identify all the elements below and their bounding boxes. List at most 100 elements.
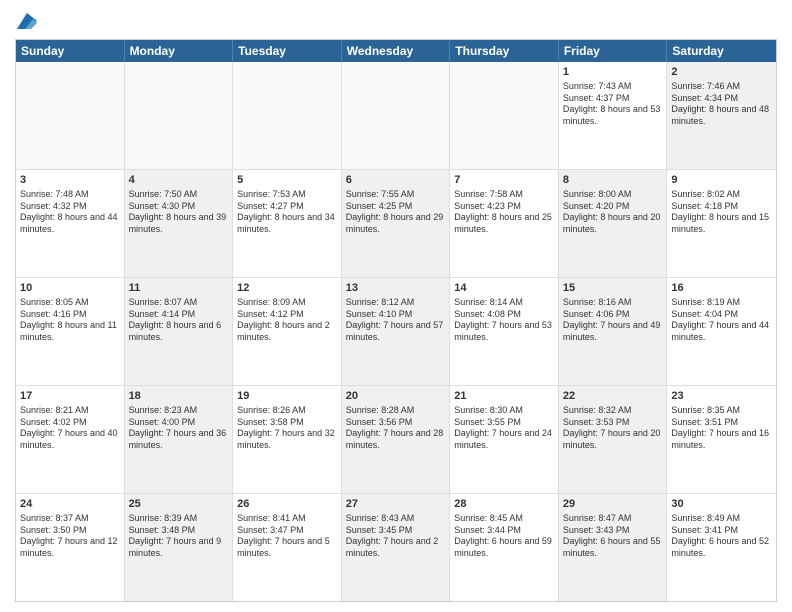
calendar-cell: 12Sunrise: 8:09 AM Sunset: 4:12 PM Dayli… <box>233 278 342 385</box>
day-info: Sunrise: 7:58 AM Sunset: 4:23 PM Dayligh… <box>454 189 554 236</box>
day-number: 18 <box>129 389 229 404</box>
day-info: Sunrise: 8:19 AM Sunset: 4:04 PM Dayligh… <box>671 297 772 344</box>
day-number: 4 <box>129 173 229 188</box>
calendar-cell: 1Sunrise: 7:43 AM Sunset: 4:37 PM Daylig… <box>559 62 668 169</box>
calendar-row: 10Sunrise: 8:05 AM Sunset: 4:16 PM Dayli… <box>16 278 776 386</box>
weekday-header: Monday <box>125 40 234 62</box>
calendar-cell: 21Sunrise: 8:30 AM Sunset: 3:55 PM Dayli… <box>450 386 559 493</box>
calendar-row: 1Sunrise: 7:43 AM Sunset: 4:37 PM Daylig… <box>16 62 776 170</box>
weekday-header: Wednesday <box>342 40 451 62</box>
day-info: Sunrise: 8:39 AM Sunset: 3:48 PM Dayligh… <box>129 513 229 560</box>
day-info: Sunrise: 8:37 AM Sunset: 3:50 PM Dayligh… <box>20 513 120 560</box>
day-info: Sunrise: 8:28 AM Sunset: 3:56 PM Dayligh… <box>346 405 446 452</box>
day-info: Sunrise: 7:46 AM Sunset: 4:34 PM Dayligh… <box>671 81 772 128</box>
day-info: Sunrise: 8:05 AM Sunset: 4:16 PM Dayligh… <box>20 297 120 344</box>
calendar-cell: 18Sunrise: 8:23 AM Sunset: 4:00 PM Dayli… <box>125 386 234 493</box>
calendar-cell: 26Sunrise: 8:41 AM Sunset: 3:47 PM Dayli… <box>233 494 342 601</box>
calendar-cell <box>233 62 342 169</box>
calendar-cell: 7Sunrise: 7:58 AM Sunset: 4:23 PM Daylig… <box>450 170 559 277</box>
day-number: 5 <box>237 173 337 188</box>
day-number: 1 <box>563 65 663 80</box>
day-info: Sunrise: 8:26 AM Sunset: 3:58 PM Dayligh… <box>237 405 337 452</box>
calendar-cell: 16Sunrise: 8:19 AM Sunset: 4:04 PM Dayli… <box>667 278 776 385</box>
calendar-cell: 14Sunrise: 8:14 AM Sunset: 4:08 PM Dayli… <box>450 278 559 385</box>
day-number: 27 <box>346 497 446 512</box>
calendar-header: SundayMondayTuesdayWednesdayThursdayFrid… <box>16 40 776 62</box>
calendar-cell: 9Sunrise: 8:02 AM Sunset: 4:18 PM Daylig… <box>667 170 776 277</box>
calendar-cell <box>16 62 125 169</box>
day-info: Sunrise: 8:23 AM Sunset: 4:00 PM Dayligh… <box>129 405 229 452</box>
day-number: 29 <box>563 497 663 512</box>
calendar-cell: 8Sunrise: 8:00 AM Sunset: 4:20 PM Daylig… <box>559 170 668 277</box>
calendar-body: 1Sunrise: 7:43 AM Sunset: 4:37 PM Daylig… <box>16 62 776 601</box>
day-number: 24 <box>20 497 120 512</box>
day-number: 28 <box>454 497 554 512</box>
calendar-cell: 20Sunrise: 8:28 AM Sunset: 3:56 PM Dayli… <box>342 386 451 493</box>
calendar-cell: 4Sunrise: 7:50 AM Sunset: 4:30 PM Daylig… <box>125 170 234 277</box>
weekday-header: Saturday <box>667 40 776 62</box>
logo <box>15 10 37 31</box>
calendar: SundayMondayTuesdayWednesdayThursdayFrid… <box>15 39 777 602</box>
day-number: 23 <box>671 389 772 404</box>
day-number: 20 <box>346 389 446 404</box>
calendar-cell: 27Sunrise: 8:43 AM Sunset: 3:45 PM Dayli… <box>342 494 451 601</box>
day-number: 2 <box>671 65 772 80</box>
day-info: Sunrise: 8:32 AM Sunset: 3:53 PM Dayligh… <box>563 405 663 452</box>
calendar-cell: 2Sunrise: 7:46 AM Sunset: 4:34 PM Daylig… <box>667 62 776 169</box>
calendar-cell: 6Sunrise: 7:55 AM Sunset: 4:25 PM Daylig… <box>342 170 451 277</box>
day-info: Sunrise: 8:41 AM Sunset: 3:47 PM Dayligh… <box>237 513 337 560</box>
page: SundayMondayTuesdayWednesdayThursdayFrid… <box>0 0 792 612</box>
calendar-cell: 19Sunrise: 8:26 AM Sunset: 3:58 PM Dayli… <box>233 386 342 493</box>
day-info: Sunrise: 8:21 AM Sunset: 4:02 PM Dayligh… <box>20 405 120 452</box>
calendar-cell: 25Sunrise: 8:39 AM Sunset: 3:48 PM Dayli… <box>125 494 234 601</box>
calendar-cell: 30Sunrise: 8:49 AM Sunset: 3:41 PM Dayli… <box>667 494 776 601</box>
day-number: 16 <box>671 281 772 296</box>
day-number: 13 <box>346 281 446 296</box>
logo-text <box>15 10 37 31</box>
calendar-row: 17Sunrise: 8:21 AM Sunset: 4:02 PM Dayli… <box>16 386 776 494</box>
calendar-cell: 15Sunrise: 8:16 AM Sunset: 4:06 PM Dayli… <box>559 278 668 385</box>
day-info: Sunrise: 8:47 AM Sunset: 3:43 PM Dayligh… <box>563 513 663 560</box>
calendar-cell: 17Sunrise: 8:21 AM Sunset: 4:02 PM Dayli… <box>16 386 125 493</box>
day-number: 19 <box>237 389 337 404</box>
weekday-header: Sunday <box>16 40 125 62</box>
day-number: 8 <box>563 173 663 188</box>
day-info: Sunrise: 8:30 AM Sunset: 3:55 PM Dayligh… <box>454 405 554 452</box>
day-info: Sunrise: 8:02 AM Sunset: 4:18 PM Dayligh… <box>671 189 772 236</box>
day-number: 25 <box>129 497 229 512</box>
weekday-header: Tuesday <box>233 40 342 62</box>
day-info: Sunrise: 7:43 AM Sunset: 4:37 PM Dayligh… <box>563 81 663 128</box>
calendar-cell: 10Sunrise: 8:05 AM Sunset: 4:16 PM Dayli… <box>16 278 125 385</box>
day-number: 30 <box>671 497 772 512</box>
day-info: Sunrise: 8:07 AM Sunset: 4:14 PM Dayligh… <box>129 297 229 344</box>
day-number: 7 <box>454 173 554 188</box>
day-info: Sunrise: 8:49 AM Sunset: 3:41 PM Dayligh… <box>671 513 772 560</box>
day-info: Sunrise: 8:00 AM Sunset: 4:20 PM Dayligh… <box>563 189 663 236</box>
day-number: 9 <box>671 173 772 188</box>
day-number: 11 <box>129 281 229 296</box>
calendar-cell: 23Sunrise: 8:35 AM Sunset: 3:51 PM Dayli… <box>667 386 776 493</box>
day-number: 12 <box>237 281 337 296</box>
day-number: 21 <box>454 389 554 404</box>
day-number: 15 <box>563 281 663 296</box>
day-info: Sunrise: 8:43 AM Sunset: 3:45 PM Dayligh… <box>346 513 446 560</box>
calendar-cell: 29Sunrise: 8:47 AM Sunset: 3:43 PM Dayli… <box>559 494 668 601</box>
calendar-cell <box>125 62 234 169</box>
calendar-cell: 5Sunrise: 7:53 AM Sunset: 4:27 PM Daylig… <box>233 170 342 277</box>
day-info: Sunrise: 8:16 AM Sunset: 4:06 PM Dayligh… <box>563 297 663 344</box>
calendar-cell <box>342 62 451 169</box>
day-number: 6 <box>346 173 446 188</box>
day-info: Sunrise: 7:50 AM Sunset: 4:30 PM Dayligh… <box>129 189 229 236</box>
header <box>15 10 777 31</box>
day-info: Sunrise: 7:48 AM Sunset: 4:32 PM Dayligh… <box>20 189 120 236</box>
day-info: Sunrise: 7:53 AM Sunset: 4:27 PM Dayligh… <box>237 189 337 236</box>
calendar-cell: 24Sunrise: 8:37 AM Sunset: 3:50 PM Dayli… <box>16 494 125 601</box>
day-info: Sunrise: 7:55 AM Sunset: 4:25 PM Dayligh… <box>346 189 446 236</box>
day-info: Sunrise: 8:45 AM Sunset: 3:44 PM Dayligh… <box>454 513 554 560</box>
calendar-cell <box>450 62 559 169</box>
weekday-header: Friday <box>559 40 668 62</box>
day-number: 17 <box>20 389 120 404</box>
calendar-cell: 22Sunrise: 8:32 AM Sunset: 3:53 PM Dayli… <box>559 386 668 493</box>
logo-icon <box>17 13 37 29</box>
calendar-cell: 28Sunrise: 8:45 AM Sunset: 3:44 PM Dayli… <box>450 494 559 601</box>
